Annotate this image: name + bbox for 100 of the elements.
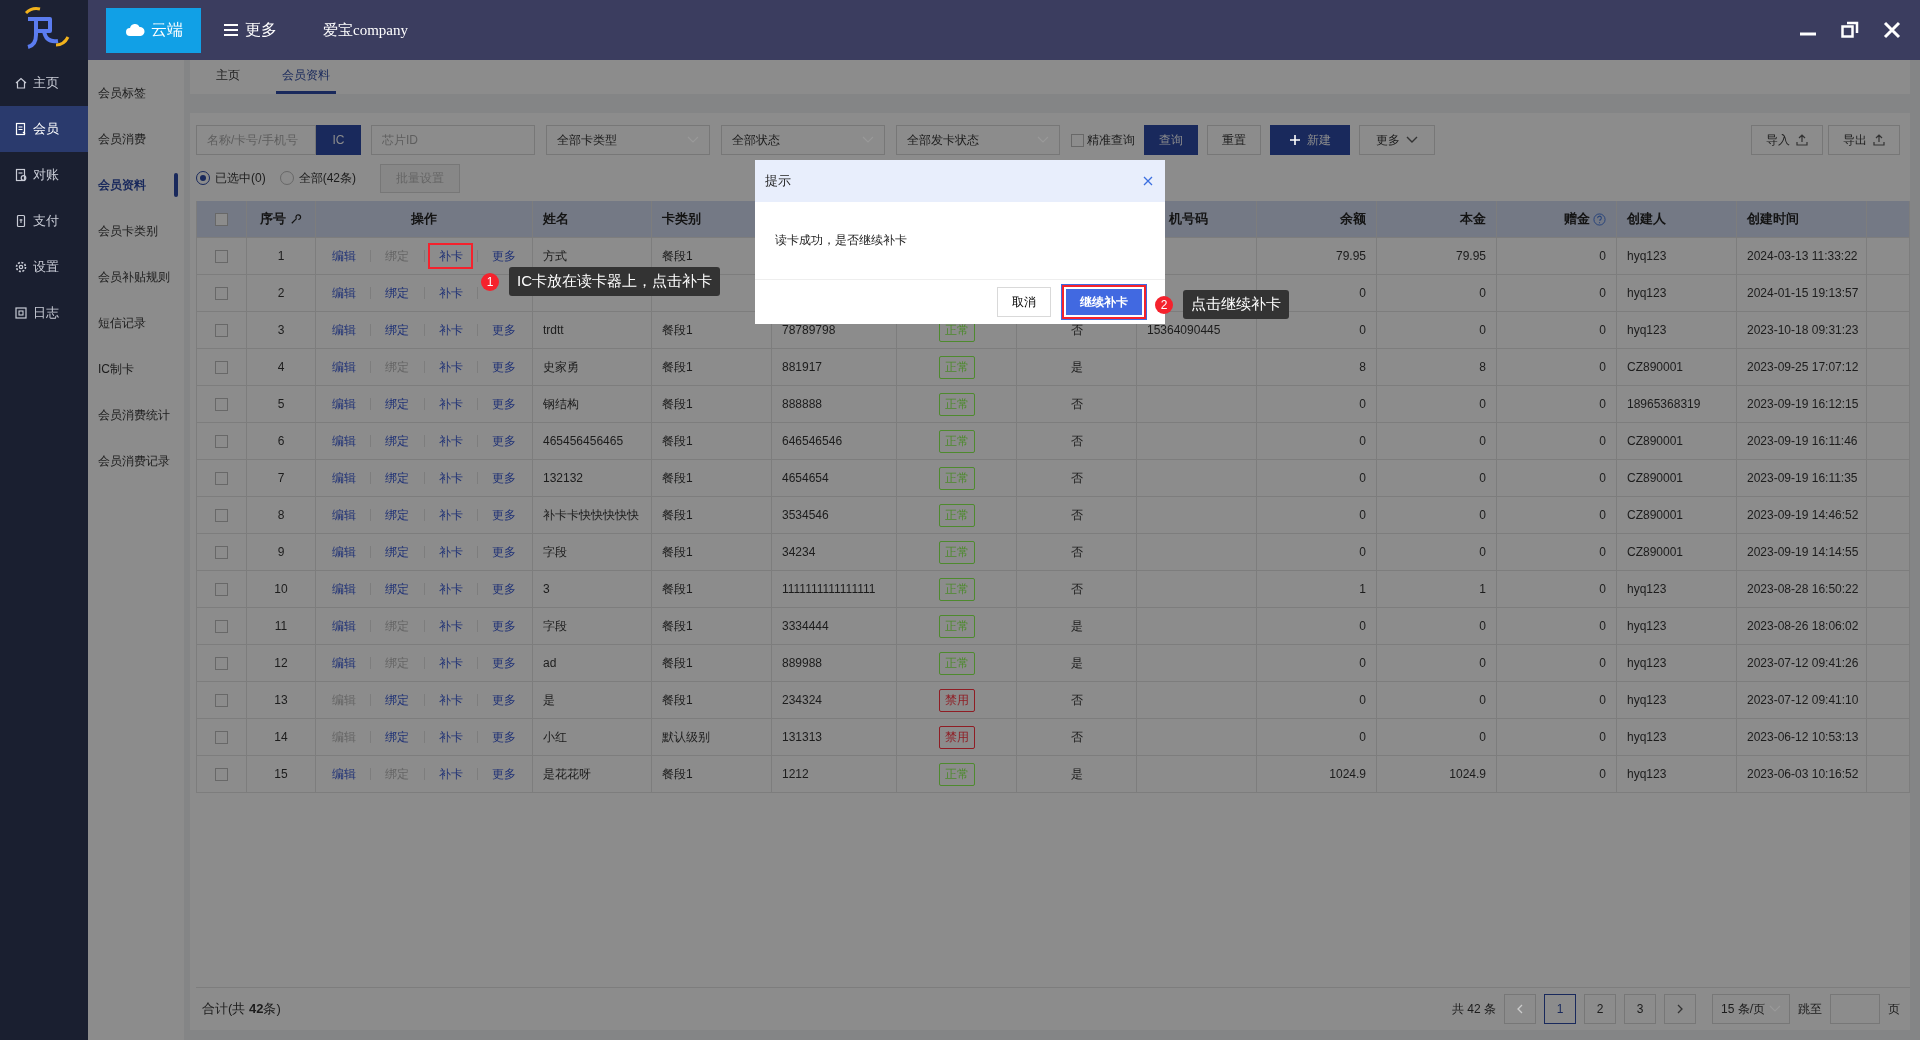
close-icon[interactable] <box>1882 20 1902 40</box>
action-link[interactable]: 编辑 <box>322 320 367 340</box>
import-button[interactable]: 导入 <box>1751 125 1823 155</box>
filter-dropdown[interactable]: 全部发卡状态 <box>896 125 1060 155</box>
ic-button[interactable]: IC <box>316 125 361 155</box>
action-link[interactable]: 绑定 <box>375 431 420 451</box>
action-link[interactable]: 编辑 <box>322 283 367 303</box>
action-link[interactable]: 绑定 <box>375 283 420 303</box>
action-link[interactable]: 编辑 <box>322 616 367 636</box>
subnav-item[interactable]: 会员消费统计 <box>88 392 184 438</box>
cloud-button[interactable]: 云端 <box>106 7 201 53</box>
select-all-checkbox[interactable] <box>215 212 228 226</box>
checkbox[interactable] <box>215 471 228 485</box>
action-link[interactable]: 补卡 <box>428 243 473 269</box>
action-link[interactable]: 补卡 <box>428 542 473 562</box>
action-link[interactable]: 绑定 <box>375 320 420 340</box>
sidebar-item[interactable]: 会员 <box>0 106 88 152</box>
action-link[interactable]: 更多 <box>481 764 526 784</box>
page-size-dropdown[interactable]: 15 条/页 <box>1712 994 1790 1024</box>
query-button[interactable]: 查询 <box>1144 125 1198 155</box>
wrench-icon[interactable] <box>289 212 302 226</box>
next-page-button[interactable] <box>1664 994 1696 1024</box>
action-link[interactable]: 更多 <box>481 431 526 451</box>
action-link[interactable]: 更多 <box>481 357 526 377</box>
action-link[interactable]: 更多 <box>481 690 526 710</box>
checkbox[interactable] <box>215 767 228 781</box>
action-link[interactable]: 编辑 <box>322 764 367 784</box>
action-link[interactable]: 补卡 <box>428 579 473 599</box>
action-link[interactable]: 补卡 <box>428 431 473 451</box>
subnav-item[interactable]: 会员补贴规则 <box>88 254 184 300</box>
sidebar-item[interactable]: 主页 <box>0 60 88 106</box>
action-link[interactable]: 更多 <box>481 616 526 636</box>
action-link[interactable]: 更多 <box>481 653 526 673</box>
subnav-item[interactable]: 会员消费记录 <box>88 438 184 484</box>
sidebar-item[interactable]: 对账 <box>0 152 88 198</box>
action-link[interactable]: 补卡 <box>428 468 473 488</box>
action-link[interactable]: 绑定 <box>375 579 420 599</box>
radio-option[interactable]: 已选中(0) <box>196 169 266 187</box>
checkbox[interactable] <box>215 397 228 411</box>
export-button[interactable]: 导出 <box>1828 125 1900 155</box>
filter-dropdown[interactable]: 全部状态 <box>721 125 885 155</box>
action-link[interactable]: 绑定 <box>375 690 420 710</box>
filter-dropdown[interactable]: 全部卡类型 <box>546 125 710 155</box>
action-link[interactable]: 更多 <box>481 505 526 525</box>
action-link[interactable]: 更多 <box>481 727 526 747</box>
action-link[interactable]: 编辑 <box>322 505 367 525</box>
action-link[interactable]: 编辑 <box>322 579 367 599</box>
action-link[interactable]: 补卡 <box>428 505 473 525</box>
cancel-button[interactable]: 取消 <box>997 287 1051 317</box>
action-link[interactable]: 绑定 <box>375 505 420 525</box>
subnav-item[interactable]: 短信记录 <box>88 300 184 346</box>
checkbox[interactable] <box>215 656 228 670</box>
action-link[interactable]: 补卡 <box>428 320 473 340</box>
action-link[interactable]: 绑定 <box>375 394 420 414</box>
checkbox[interactable] <box>215 582 228 596</box>
action-link[interactable]: 补卡 <box>428 394 473 414</box>
more-menu-button[interactable]: 更多 <box>217 18 283 42</box>
action-link[interactable]: 更多 <box>481 468 526 488</box>
checkbox[interactable] <box>215 619 228 633</box>
action-link[interactable]: 编辑 <box>322 357 367 377</box>
page-button[interactable]: 2 <box>1584 994 1616 1024</box>
sidebar-item[interactable]: 设置 <box>0 244 88 290</box>
checkbox[interactable] <box>215 286 228 300</box>
subnav-item[interactable]: 会员卡类别 <box>88 208 184 254</box>
action-link[interactable]: 绑定 <box>375 542 420 562</box>
sidebar-item[interactable]: 日志 <box>0 290 88 336</box>
action-link[interactable]: 编辑 <box>322 246 367 266</box>
tab[interactable]: 会员资料 <box>276 60 336 94</box>
action-link[interactable]: 编辑 <box>322 653 367 673</box>
checkbox[interactable] <box>215 434 228 448</box>
action-link[interactable]: 补卡 <box>428 764 473 784</box>
action-link[interactable]: 更多 <box>481 394 526 414</box>
restore-icon[interactable] <box>1840 20 1860 40</box>
action-link[interactable]: 编辑 <box>322 468 367 488</box>
action-link[interactable]: 更多 <box>481 579 526 599</box>
action-link[interactable]: 补卡 <box>428 616 473 636</box>
checkbox[interactable] <box>215 249 228 263</box>
create-button[interactable]: 新建 <box>1270 125 1350 155</box>
more-dropdown-button[interactable]: 更多 <box>1359 125 1435 155</box>
action-link[interactable]: 补卡 <box>428 283 473 303</box>
sidebar-item[interactable]: 支付 <box>0 198 88 244</box>
action-link[interactable]: 绑定 <box>375 727 420 747</box>
action-link[interactable]: 编辑 <box>322 394 367 414</box>
subnav-item[interactable]: IC制卡 <box>88 346 184 392</box>
checkbox[interactable] <box>215 693 228 707</box>
tab[interactable]: 主页 <box>210 60 246 94</box>
checkbox[interactable] <box>215 360 228 374</box>
checkbox[interactable] <box>215 508 228 522</box>
action-link[interactable]: 补卡 <box>428 653 473 673</box>
action-link[interactable]: 补卡 <box>428 690 473 710</box>
action-link[interactable]: 更多 <box>481 320 526 340</box>
help-icon[interactable] <box>1593 212 1606 226</box>
action-link[interactable]: 编辑 <box>322 431 367 451</box>
subnav-item[interactable]: 会员资料 <box>88 162 184 208</box>
checkbox[interactable] <box>215 323 228 337</box>
subnav-item[interactable]: 会员消费 <box>88 116 184 162</box>
exact-search-checkbox[interactable]: 精准查询 <box>1071 131 1135 149</box>
radio-option[interactable]: 全部(42条) <box>279 169 356 187</box>
action-link[interactable]: 更多 <box>481 542 526 562</box>
confirm-button[interactable]: 继续补卡 <box>1061 284 1147 320</box>
